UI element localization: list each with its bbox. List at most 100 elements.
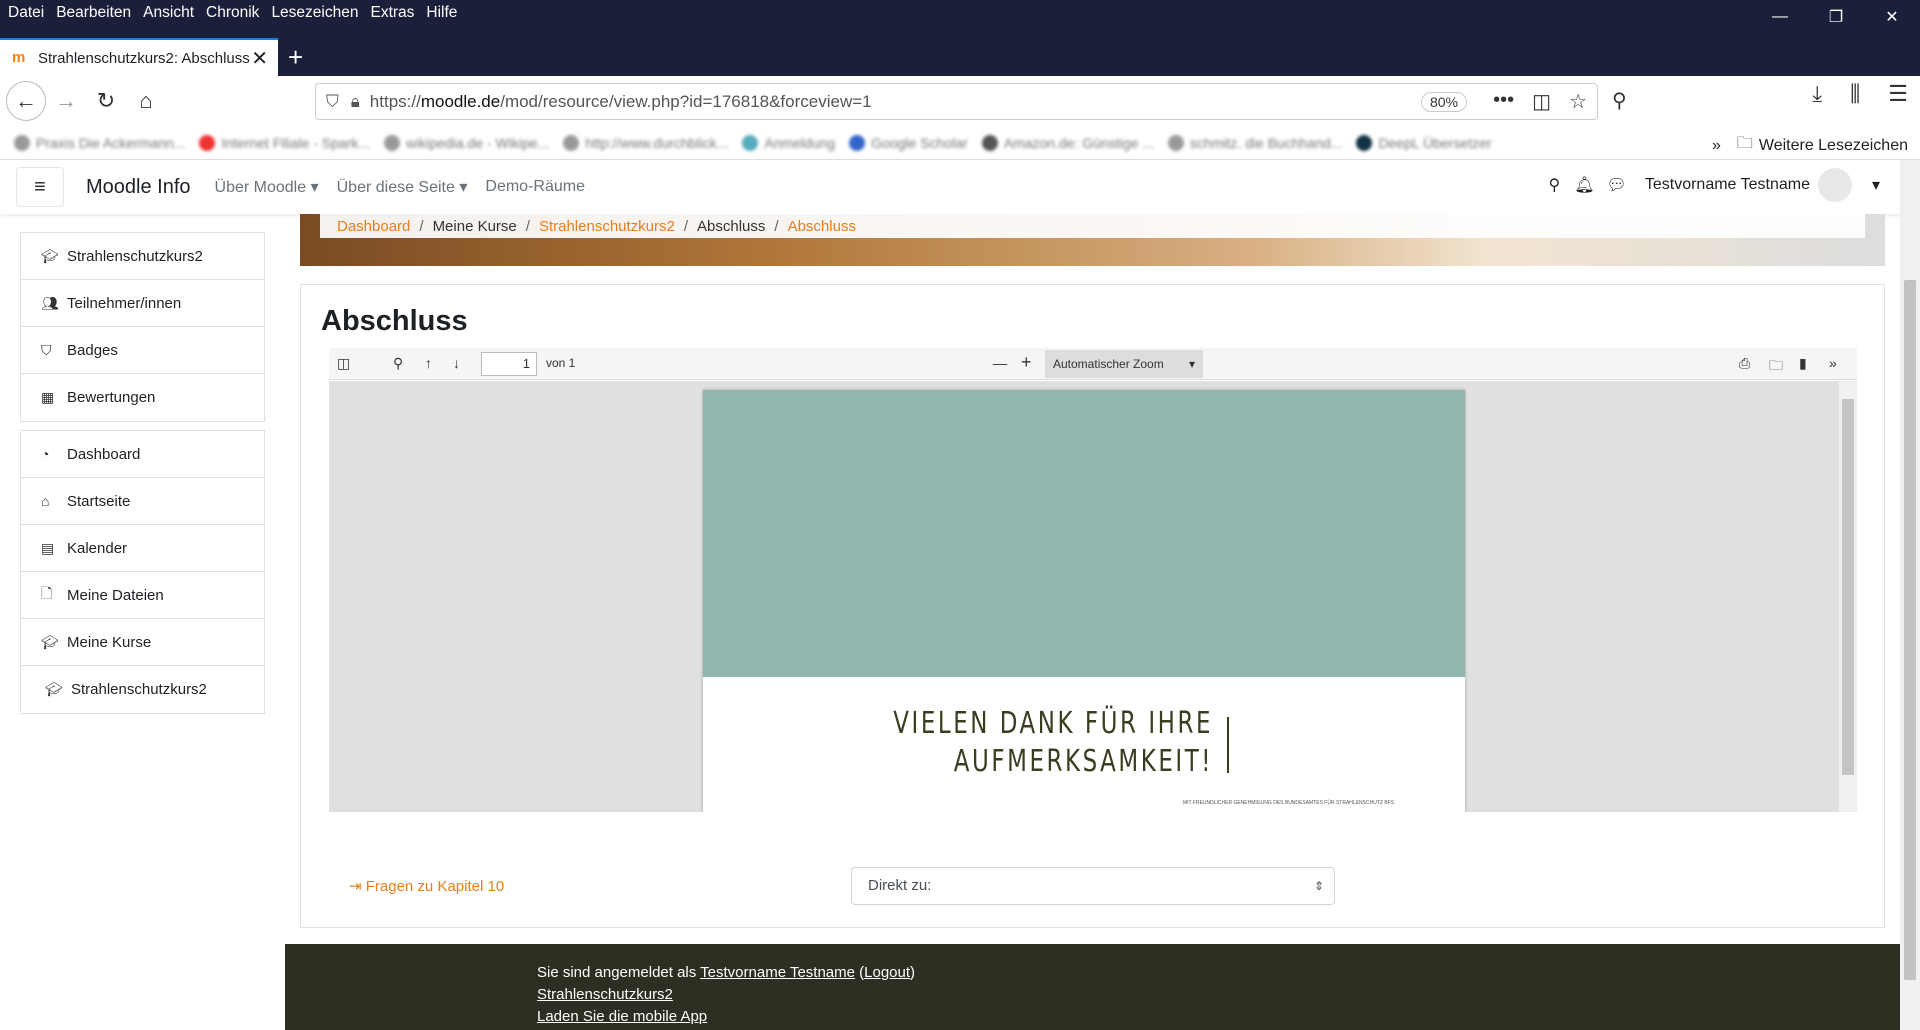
- prev-activity-link[interactable]: ⇥ Fragen zu Kapitel 10: [349, 877, 504, 895]
- sidebar-item-home[interactable]: ⌂ Startseite: [21, 478, 264, 525]
- breadcrumb-section: Abschluss: [697, 217, 766, 235]
- tools-icon[interactable]: »: [1829, 355, 1837, 371]
- chat-icon[interactable]: 💬︎: [1607, 175, 1627, 195]
- more-actions-icon[interactable]: •••: [1493, 89, 1514, 114]
- browser-menubar: Datei Bearbeiten Ansicht Chronik Lesezei…: [0, 0, 1920, 26]
- library-icon[interactable]: ⫼: [1850, 81, 1860, 107]
- menu-bearbeiten[interactable]: Bearbeiten: [56, 4, 131, 22]
- find-icon[interactable]: ⚲: [393, 355, 403, 372]
- site-brand[interactable]: Moodle Info: [86, 176, 191, 199]
- page-scrollbar[interactable]: [1900, 160, 1920, 1030]
- breadcrumb-resource[interactable]: Abschluss: [788, 218, 856, 235]
- close-window-icon[interactable]: ✕: [1864, 0, 1920, 34]
- page-down-icon[interactable]: ↓: [453, 355, 460, 371]
- jump-to-select[interactable]: Direkt zu: ⇕: [851, 867, 1335, 905]
- pdf-viewer[interactable]: VIELEN DANK FÜR IHRE AUFMERKSAMKEIT! MIT…: [329, 381, 1857, 812]
- logout-link[interactable]: Logout: [864, 964, 910, 981]
- sidebar-toggle-icon[interactable]: ◫: [337, 355, 350, 372]
- close-tab-icon[interactable]: ✕: [251, 46, 268, 71]
- footer-course-link[interactable]: Strahlenschutzkurs2: [537, 986, 673, 1003]
- page-title: Abschluss: [321, 305, 468, 337]
- print-icon[interactable]: ⎙: [1739, 355, 1750, 372]
- zoom-out-icon[interactable]: —: [993, 355, 1007, 371]
- tab-strip: m Strahlenschutzkurs2: Abschluss ✕ +: [0, 38, 1920, 76]
- home-icon[interactable]: ⌂: [126, 81, 166, 121]
- sidebar-item-participants[interactable]: 👥︎ Teilnehmer/innen: [21, 280, 264, 327]
- sidebar-item-dashboard[interactable]: ◔ Dashboard: [21, 431, 264, 478]
- window-controls: — ❐ ✕: [1752, 0, 1920, 34]
- bookmark-item[interactable]: Praxis Die Ackermann...: [14, 134, 185, 151]
- menu-lesezeichen[interactable]: Lesezeichen: [271, 4, 358, 22]
- graduation-cap-icon: 🎓︎: [41, 247, 59, 264]
- bell-icon[interactable]: 🔔︎: [1574, 175, 1594, 195]
- bookmark-icon[interactable]: ▮: [1799, 355, 1807, 372]
- sidebar-item-course-2[interactable]: 🎓︎ Strahlenschutzkurs2: [21, 666, 264, 713]
- mobile-app-link[interactable]: Laden Sie die mobile App: [537, 1008, 707, 1025]
- tracking-shield-icon[interactable]: ⛉: [326, 92, 339, 112]
- pdf-toolbar: ◫ ⚲ ↑ ↓ 1 von 1 — + Automatischer Zoom ▾ …: [329, 348, 1857, 380]
- zoom-in-icon[interactable]: +: [1021, 352, 1032, 373]
- bookmark-item[interactable]: Google Scholar: [849, 134, 968, 151]
- nav-ueber-diese-seite[interactable]: Über diese Seite ▾: [337, 177, 468, 197]
- restore-icon[interactable]: ❐: [1808, 0, 1864, 34]
- bookmark-item[interactable]: http://www.durchblick...: [563, 134, 728, 151]
- menu-icon[interactable]: ☰: [1888, 81, 1908, 107]
- tab-title: Strahlenschutzkurs2: Abschluss: [38, 49, 250, 67]
- user-name[interactable]: Testvorname Testname: [1645, 176, 1810, 194]
- pdf-teal-block: [703, 390, 1465, 677]
- sidebar-item-calendar[interactable]: ▤ Kalender: [21, 525, 264, 572]
- minimize-icon[interactable]: —: [1752, 0, 1808, 34]
- sidebar-item-files[interactable]: 🗋 Meine Dateien: [21, 572, 264, 619]
- sidebar-item-grades[interactable]: ▦ Bewertungen: [21, 374, 264, 421]
- chevron-double-right-icon[interactable]: »: [1712, 137, 1721, 155]
- reload-icon[interactable]: ↻: [86, 81, 126, 121]
- search-icon[interactable]: ⚲: [1549, 175, 1561, 195]
- lock-icon[interactable]: 🔒︎: [351, 92, 360, 112]
- bookmark-item[interactable]: schmitz. die Buchhand...: [1167, 134, 1342, 151]
- drawer-toggle-button[interactable]: ≡: [16, 167, 64, 207]
- download-icon[interactable]: 🗀: [1769, 355, 1783, 379]
- resource-card: Abschluss ◫ ⚲ ↑ ↓ 1 von 1 — + Automatisc…: [300, 284, 1885, 928]
- bookmark-item[interactable]: wikipedia.de - Wikipe...: [384, 134, 549, 151]
- back-icon[interactable]: ←: [6, 81, 46, 121]
- menu-hilfe[interactable]: Hilfe: [426, 4, 457, 22]
- nav-ueber-moodle[interactable]: Über Moodle ▾: [215, 177, 319, 197]
- toolbar-right: ⤓ ⫼ ☰: [1812, 81, 1920, 107]
- url-bar[interactable]: ⛉ 🔒︎ https://moodle.de/mod/resource/view…: [315, 83, 1598, 120]
- more-bookmarks[interactable]: » 🗀 Weitere Lesezeichen: [1712, 132, 1908, 159]
- search-icon[interactable]: ⚲: [1612, 88, 1627, 113]
- breadcrumb-dashboard[interactable]: Dashboard: [337, 218, 410, 235]
- menu-ansicht[interactable]: Ansicht: [143, 4, 194, 22]
- tab-active[interactable]: m Strahlenschutzkurs2: Abschluss ✕: [0, 38, 278, 76]
- page-up-icon[interactable]: ↑: [425, 355, 432, 371]
- bookmark-item[interactable]: DeepL Übersetzer: [1356, 134, 1492, 151]
- avatar[interactable]: [1817, 168, 1852, 202]
- nav-demo-raeume[interactable]: Demo-Räume: [485, 178, 585, 196]
- bookmark-star-icon[interactable]: ☆: [1569, 89, 1587, 114]
- user-menu-caret-icon[interactable]: ▾: [1872, 175, 1880, 195]
- page-number-input[interactable]: 1: [481, 352, 537, 376]
- bookmark-item[interactable]: Internet Filiale - Spark...: [199, 134, 370, 151]
- menu-chronik[interactable]: Chronik: [206, 4, 259, 22]
- nav-drawer: 🎓︎ Strahlenschutzkurs2 👥︎ Teilnehmer/innen…: [20, 232, 265, 722]
- pdf-scrollbar[interactable]: [1839, 381, 1857, 812]
- bookmark-item[interactable]: Anmeldung: [742, 134, 835, 151]
- new-tab-icon[interactable]: +: [288, 42, 303, 73]
- zoom-select[interactable]: Automatischer Zoom ▾: [1045, 350, 1203, 378]
- sidebar-item-badges[interactable]: ⛉ Badges: [21, 327, 264, 374]
- more-bookmarks-label[interactable]: Weitere Lesezeichen: [1759, 137, 1908, 155]
- pdf-divider: [1227, 717, 1229, 773]
- sidebar-item-course[interactable]: 🎓︎ Strahlenschutzkurs2: [21, 233, 264, 280]
- menu-extras[interactable]: Extras: [370, 4, 414, 22]
- pocket-icon[interactable]: ◫: [1532, 89, 1551, 114]
- forward-icon[interactable]: →: [46, 81, 86, 121]
- breadcrumb: Dashboard / Meine Kurse / Strahlenschutzku…: [320, 214, 1865, 238]
- breadcrumb-course[interactable]: Strahlenschutzkurs2: [539, 218, 675, 235]
- menu-datei[interactable]: Datei: [8, 4, 44, 22]
- table-icon: ▦: [41, 389, 55, 405]
- downloads-icon[interactable]: ⤓: [1812, 81, 1822, 107]
- zoom-indicator[interactable]: 80%: [1420, 92, 1467, 112]
- sidebar-item-my-courses[interactable]: 🎓︎ Meine Kurse: [21, 619, 264, 666]
- footer-user-link[interactable]: Testvorname Testname: [700, 964, 855, 981]
- bookmark-item[interactable]: Amazon.de: Günstige ...: [981, 134, 1154, 151]
